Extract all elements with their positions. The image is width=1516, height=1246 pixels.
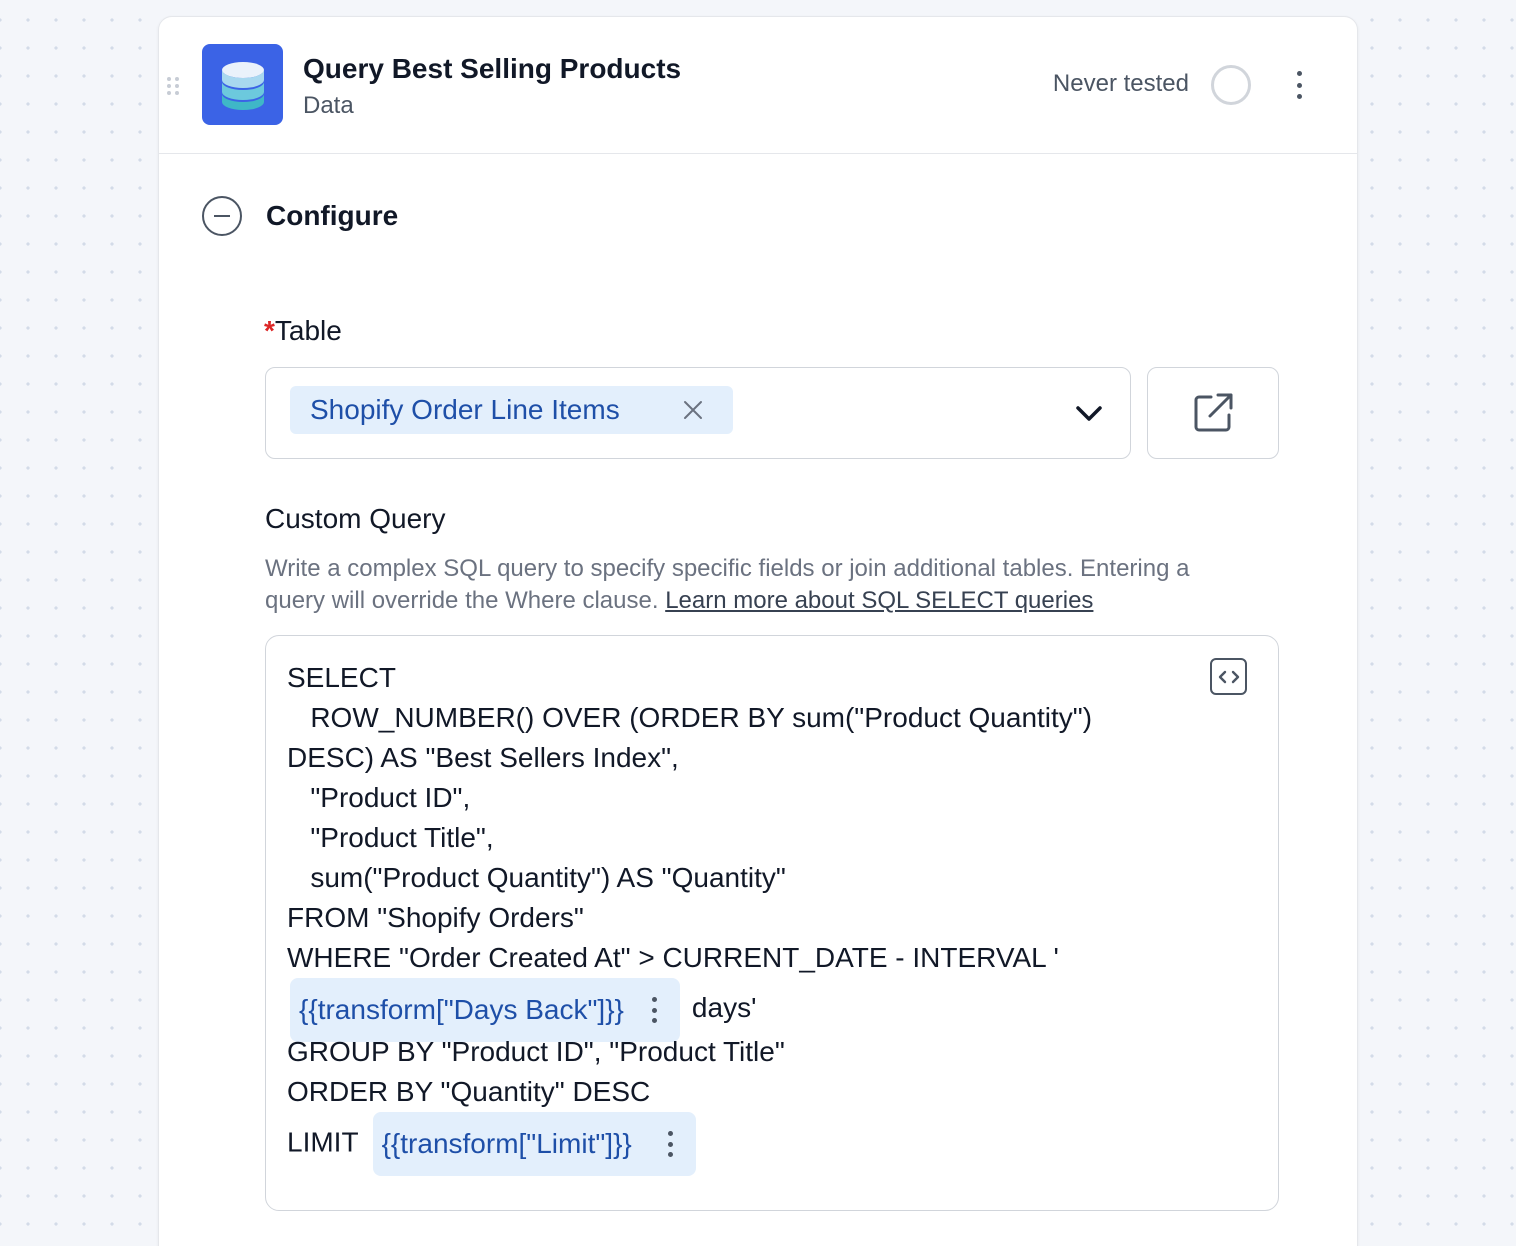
drag-handle-icon[interactable] bbox=[167, 77, 181, 95]
token-menu-icon[interactable] bbox=[666, 1129, 676, 1159]
query-editor[interactable]: SELECT ROW_NUMBER() OVER (ORDER BY sum("… bbox=[265, 635, 1279, 1211]
code-line: GROUP BY "Product ID", "Product Title" bbox=[287, 1036, 785, 1067]
test-status-label: Never tested bbox=[1052, 70, 1189, 97]
days-suffix: days' bbox=[691, 992, 757, 1024]
step-card: Query Best Selling Products Data Never t… bbox=[158, 16, 1358, 1246]
limit-keyword: LIMIT bbox=[287, 1126, 359, 1158]
table-label-text: Table bbox=[274, 315, 342, 346]
code-line: WHERE "Order Created At" > CURRENT_DATE … bbox=[287, 942, 1059, 973]
external-link-icon bbox=[1194, 393, 1233, 432]
code-line: SELECT bbox=[287, 662, 396, 693]
code-line: sum("Product Quantity") AS "Quantity" bbox=[287, 862, 786, 893]
code-line-days-back: {{transform["Days Back"]}} days' bbox=[290, 978, 1092, 1042]
database-icon bbox=[202, 44, 283, 125]
custom-query-label: Custom Query bbox=[265, 503, 446, 534]
code-line: ROW_NUMBER() OVER (ORDER BY sum("Product… bbox=[287, 702, 1093, 733]
step-subtitle: Data bbox=[303, 92, 354, 119]
limit-token-label: {{transform["Limit"]}} bbox=[381, 1128, 632, 1159]
limit-token[interactable]: {{transform["Limit"]}} bbox=[372, 1112, 696, 1176]
chevron-down-icon[interactable] bbox=[1074, 398, 1104, 428]
days-back-token-label: {{transform["Days Back"]}} bbox=[299, 994, 624, 1025]
step-header[interactable]: Query Best Selling Products Data Never t… bbox=[159, 17, 1357, 154]
table-field-label: *Table bbox=[264, 315, 342, 347]
status-circle-icon bbox=[1211, 65, 1251, 105]
selected-table-chip: Shopify Order Line Items bbox=[290, 386, 733, 434]
section-title: Configure bbox=[266, 200, 399, 231]
kebab-menu-icon[interactable] bbox=[1287, 69, 1311, 101]
learn-more-link[interactable]: Learn more about SQL SELECT queries bbox=[665, 587, 1093, 614]
code-line: ORDER BY "Quantity" DESC bbox=[287, 1076, 651, 1107]
table-select[interactable]: Shopify Order Line Items bbox=[265, 367, 1131, 459]
open-table-button[interactable] bbox=[1147, 367, 1279, 459]
step-title: Query Best Selling Products bbox=[303, 53, 682, 84]
query-code: SELECT ROW_NUMBER() OVER (ORDER BY sum("… bbox=[287, 658, 1093, 1176]
code-line: FROM "Shopify Orders" bbox=[287, 902, 584, 933]
collapse-minus-icon[interactable] bbox=[202, 196, 242, 236]
custom-query-description: Write a complex SQL query to specify spe… bbox=[265, 553, 1255, 617]
selected-table-label: Shopify Order Line Items bbox=[310, 394, 620, 425]
code-line: DESC) AS "Best Sellers Index", bbox=[287, 742, 679, 773]
code-line: "Product ID", bbox=[287, 782, 471, 813]
configure-section-header[interactable]: Configure bbox=[202, 194, 398, 238]
code-icon[interactable] bbox=[1210, 658, 1247, 695]
token-menu-icon[interactable] bbox=[650, 995, 660, 1025]
required-marker: * bbox=[264, 315, 275, 346]
close-icon[interactable] bbox=[681, 398, 705, 422]
code-line: "Product Title", bbox=[287, 822, 494, 853]
code-line-limit: LIMIT {{transform["Limit"]}} bbox=[287, 1112, 1092, 1176]
